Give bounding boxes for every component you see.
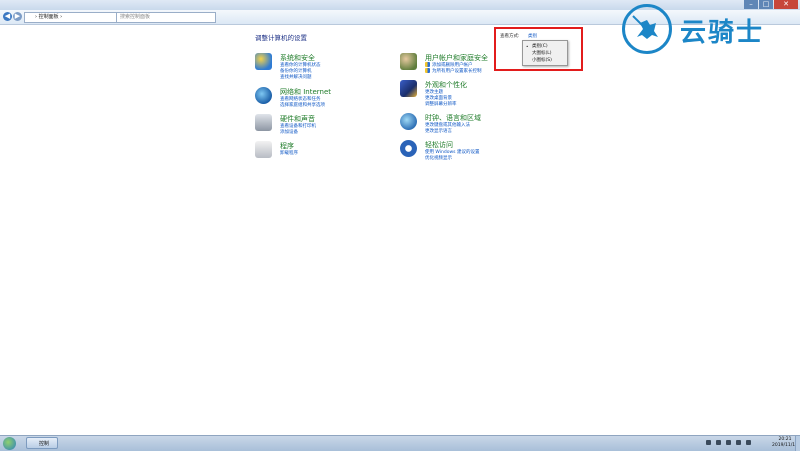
uac-shield-icon: [425, 68, 430, 73]
tray-arrow-icon[interactable]: [746, 440, 751, 445]
watermark-logo: 云骑士: [620, 0, 800, 60]
taskbar: 控制 20:21 2019/11/18: [0, 435, 800, 451]
shield-icon: [255, 53, 272, 70]
volume-icon[interactable]: [736, 440, 741, 445]
flag-icon[interactable]: [716, 440, 721, 445]
programs-icon: [255, 141, 272, 158]
page-title: 调整计算机的设置: [255, 34, 307, 42]
printer-icon: [255, 114, 272, 131]
globe-clock-icon: [400, 113, 417, 130]
network-icon[interactable]: [726, 440, 731, 445]
category-link[interactable]: 卸载程序: [280, 150, 298, 156]
category-link[interactable]: 为所有用户设置家长控制: [432, 68, 482, 74]
accessibility-icon: [400, 140, 417, 157]
search-placeholder: 搜索控制面板: [120, 14, 151, 20]
category-link[interactable]: 调整屏幕分辨率: [425, 101, 457, 107]
back-button[interactable]: ◀: [3, 12, 12, 21]
start-button[interactable]: [3, 437, 16, 450]
address-text: › 控制面板 ›: [35, 14, 63, 20]
category-link[interactable]: 更改显示语言: [425, 128, 452, 134]
taskbar-task-label: 控制: [39, 441, 50, 447]
forward-button[interactable]: ▶: [13, 12, 22, 21]
knight-logo-icon: [622, 4, 672, 54]
category-link[interactable]: 优化视频显示: [425, 155, 452, 161]
keyboard-icon[interactable]: [706, 440, 711, 445]
highlight-box: [494, 27, 583, 71]
show-desktop-button[interactable]: [795, 436, 800, 451]
uac-shield-icon: [425, 62, 430, 67]
category-link[interactable]: 查找并解决问题: [280, 74, 312, 80]
taskbar-control-panel[interactable]: 控制: [26, 437, 58, 449]
appearance-icon: [400, 80, 417, 97]
category-link[interactable]: 选择家庭组和共享选项: [280, 102, 325, 108]
search-input[interactable]: 搜索控制面板: [116, 12, 216, 23]
address-bar[interactable]: › 控制面板 ›: [24, 12, 124, 23]
users-icon: [400, 53, 417, 70]
category-link[interactable]: 添加设备: [280, 129, 298, 135]
network-globe-icon: [255, 87, 272, 104]
watermark-text: 云骑士: [680, 18, 765, 48]
